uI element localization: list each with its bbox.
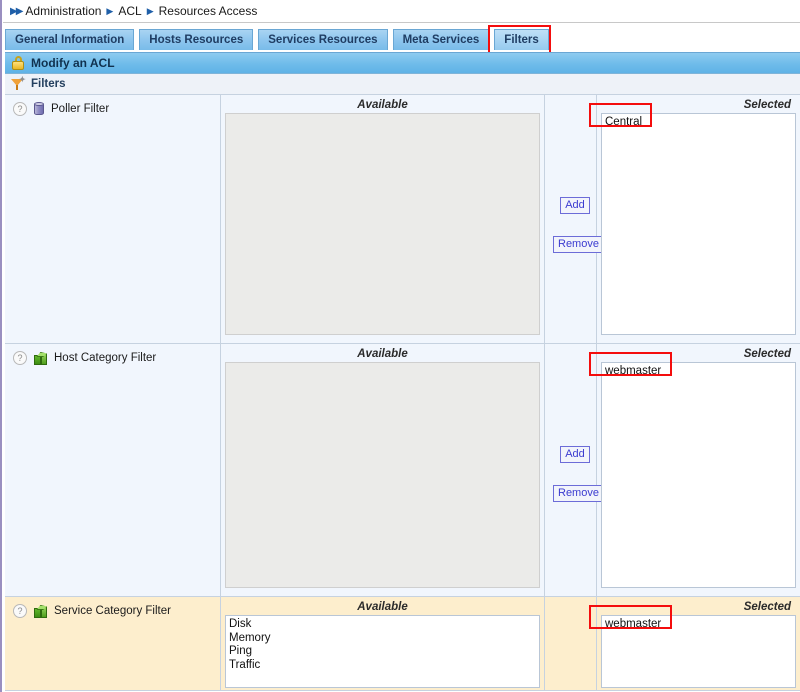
- panel-title-bar: Modify an ACL: [5, 53, 800, 74]
- filter-row-service-category-label-cell: ? Service Category Filter: [5, 597, 221, 690]
- poller-add-button[interactable]: Add: [560, 197, 590, 214]
- breadcrumb: ▶▶ Administration ▶ ACL ▶ Resources Acce…: [10, 0, 257, 22]
- tab-services-resources[interactable]: Services Resources: [258, 29, 387, 50]
- breadcrumb-item-resources-access[interactable]: Resources Access: [159, 4, 258, 18]
- breadcrumb-separator-icon: ▶: [147, 6, 154, 17]
- tab-hosts-resources[interactable]: Hosts Resources: [139, 29, 253, 50]
- service-category-transfer-buttons: Add Remove: [545, 597, 597, 690]
- list-item[interactable]: Memory: [226, 632, 539, 646]
- double-arrow-icon: ▶▶: [10, 6, 21, 17]
- lock-icon: [11, 56, 25, 70]
- funnel-icon: ✦: [11, 77, 25, 91]
- poller-available-header: Available: [225, 98, 540, 113]
- service-category-selected-cell: Selected webmaster: [597, 597, 800, 690]
- filter-row-service-category-label: Service Category Filter: [54, 604, 171, 619]
- list-item[interactable]: Ping: [226, 645, 539, 659]
- breadcrumb-item-acl[interactable]: ACL: [118, 4, 141, 18]
- acl-panel: Modify an ACL ✦ Filters ? Poller Filter …: [5, 52, 800, 692]
- breadcrumb-divider: [3, 22, 800, 23]
- filter-row-host-category-label-cell: ? Host Category Filter: [5, 344, 221, 596]
- host-category-available-header: Available: [225, 347, 540, 362]
- filter-row-host-category-label: Host Category Filter: [54, 351, 156, 366]
- poller-transfer-buttons: Add Remove: [545, 95, 597, 343]
- poller-selected-header: Selected: [601, 98, 796, 113]
- tab-filters[interactable]: Filters: [494, 29, 549, 50]
- host-category-selected-header: Selected: [601, 347, 796, 362]
- help-icon[interactable]: ?: [13, 604, 27, 618]
- list-item[interactable]: Disk: [226, 618, 539, 632]
- list-item[interactable]: webmaster: [602, 365, 795, 379]
- help-icon[interactable]: ?: [13, 351, 27, 365]
- filter-row-poller-label-cell: ? Poller Filter: [5, 95, 221, 343]
- section-header-text: Filters: [31, 78, 66, 90]
- list-item[interactable]: Traffic: [226, 659, 539, 673]
- breadcrumb-separator-icon: ▶: [106, 6, 113, 17]
- cube-icon: [33, 604, 48, 619]
- filter-row-host-category: ? Host Category Filter Available Add Rem…: [5, 344, 800, 597]
- host-category-available-cell: Available: [221, 344, 545, 596]
- help-icon[interactable]: ?: [13, 102, 27, 116]
- host-category-transfer-buttons: Add Remove: [545, 344, 597, 596]
- host-category-available-list[interactable]: [225, 362, 540, 588]
- poller-available-cell: Available: [221, 95, 545, 343]
- service-category-available-list[interactable]: Disk Memory Ping Traffic: [225, 615, 540, 688]
- service-category-selected-header: Selected: [601, 600, 796, 615]
- database-icon: [33, 102, 45, 116]
- poller-selected-cell: Selected Central: [597, 95, 800, 343]
- filter-row-poller-label: Poller Filter: [51, 102, 109, 117]
- service-category-selected-list[interactable]: webmaster: [601, 615, 796, 688]
- tab-filters-wrapper: Filters: [494, 29, 554, 50]
- poller-selected-list[interactable]: Central: [601, 113, 796, 335]
- service-category-available-cell: Available Disk Memory Ping Traffic: [221, 597, 545, 690]
- screenshot-root: ▶▶ Administration ▶ ACL ▶ Resources Acce…: [0, 0, 800, 692]
- list-item[interactable]: webmaster: [602, 618, 795, 632]
- tab-general-information[interactable]: General Information: [5, 29, 134, 50]
- tab-meta-services[interactable]: Meta Services: [393, 29, 490, 50]
- cube-icon: [33, 351, 48, 366]
- list-item[interactable]: Central: [602, 116, 795, 130]
- section-header-filters: ✦ Filters: [5, 74, 800, 95]
- panel-title-text: Modify an ACL: [31, 56, 115, 70]
- filter-row-service-category: ? Service Category Filter Available Disk…: [5, 597, 800, 691]
- host-category-selected-list[interactable]: webmaster: [601, 362, 796, 588]
- page-left-border-inner: [2, 0, 3, 692]
- host-category-add-button[interactable]: Add: [560, 446, 590, 463]
- filter-row-poller: ? Poller Filter Available Add Remove Sel…: [5, 95, 800, 344]
- host-category-selected-cell: Selected webmaster: [597, 344, 800, 596]
- poller-available-list[interactable]: [225, 113, 540, 335]
- service-category-available-header: Available: [225, 600, 540, 615]
- breadcrumb-item-administration[interactable]: Administration: [25, 4, 101, 18]
- tab-bar: General Information Hosts Resources Serv…: [5, 29, 554, 52]
